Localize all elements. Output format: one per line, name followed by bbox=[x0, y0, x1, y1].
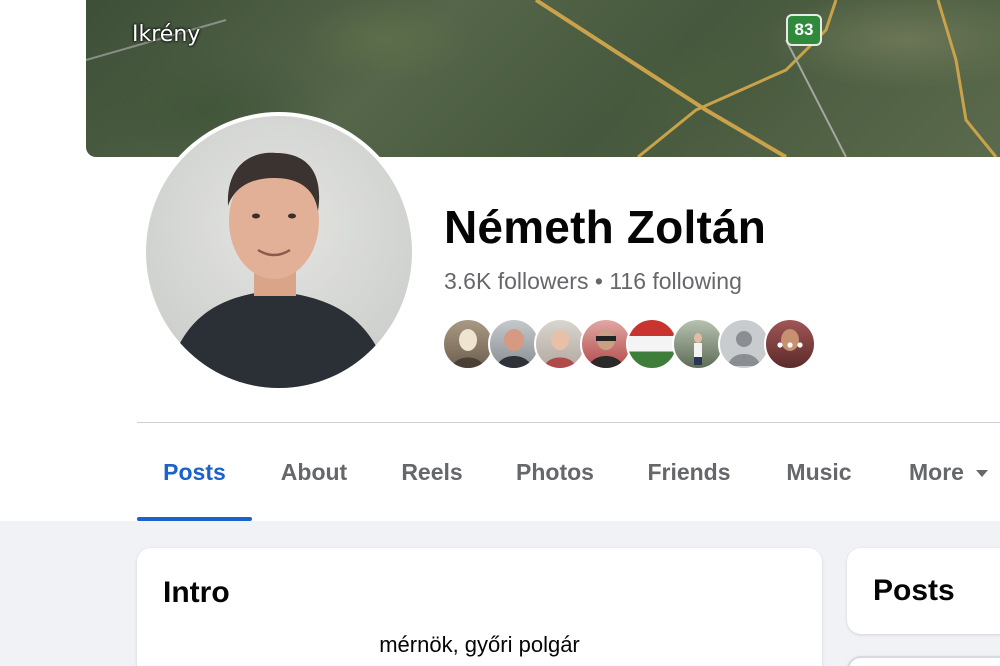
friend-avatar[interactable] bbox=[626, 318, 678, 370]
friend-avatar[interactable] bbox=[580, 318, 632, 370]
friend-avatar[interactable] bbox=[442, 318, 494, 370]
posts-title: Posts bbox=[873, 574, 955, 607]
tab-label: Photos bbox=[516, 458, 594, 485]
tab-music[interactable]: Music bbox=[769, 423, 869, 521]
follow-stats: 3.6K followers • 116 following bbox=[444, 268, 742, 295]
tab-photos[interactable]: Photos bbox=[501, 423, 609, 521]
intro-card: Intro mérnök, győri polgár bbox=[137, 548, 822, 666]
tab-friends[interactable]: Friends bbox=[633, 423, 745, 521]
map-place-label: Ikrény bbox=[132, 22, 201, 47]
tab-more[interactable]: More bbox=[897, 423, 1000, 521]
road-number-badge: 83 bbox=[786, 14, 822, 46]
profile-avatar[interactable] bbox=[142, 112, 416, 392]
stats-separator: • bbox=[594, 268, 603, 294]
tab-label: More bbox=[909, 458, 964, 485]
more-friends-button[interactable] bbox=[764, 318, 816, 370]
following-link[interactable]: 116 following bbox=[609, 268, 742, 294]
followers-link[interactable]: 3.6K followers bbox=[444, 268, 588, 294]
tab-posts[interactable]: Posts bbox=[137, 423, 252, 521]
profile-photo bbox=[166, 152, 391, 388]
friend-avatar[interactable] bbox=[488, 318, 540, 370]
tab-label: Friends bbox=[647, 458, 731, 485]
intro-bio: mérnök, győri polgár bbox=[379, 632, 580, 657]
friend-avatar-default[interactable] bbox=[718, 318, 770, 370]
friend-avatar[interactable] bbox=[534, 318, 586, 370]
intro-title: Intro bbox=[163, 576, 230, 609]
posts-card: Posts bbox=[847, 548, 1000, 634]
tab-reels[interactable]: Reels bbox=[386, 423, 478, 521]
friend-avatar[interactable] bbox=[672, 318, 724, 370]
tab-label: Posts bbox=[163, 458, 226, 485]
profile-tabs: Posts About Reels Photos Friends Music M… bbox=[137, 423, 1000, 521]
tab-label: Reels bbox=[401, 458, 463, 485]
tab-label: Music bbox=[786, 458, 852, 485]
chevron-down-icon bbox=[975, 469, 988, 477]
post-filter-card[interactable] bbox=[847, 656, 1000, 666]
tab-about[interactable]: About bbox=[266, 423, 362, 521]
profile-name: Németh Zoltán bbox=[444, 201, 767, 253]
tab-label: About bbox=[280, 458, 348, 485]
